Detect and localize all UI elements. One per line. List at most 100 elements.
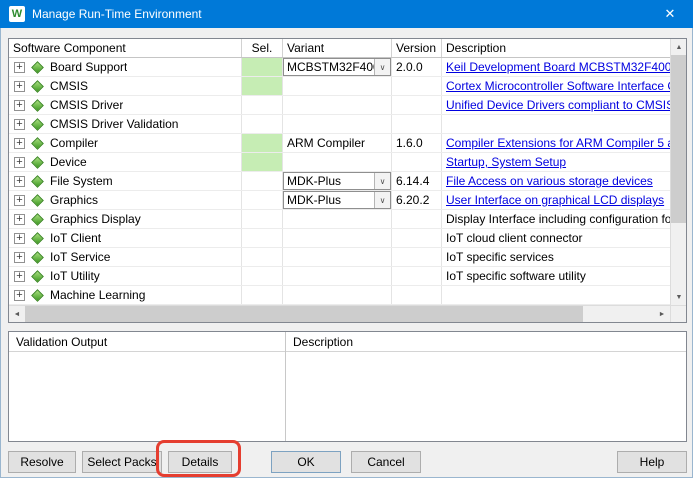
description-cell: Cortex Microcontroller Software Interfac… [442, 77, 670, 95]
variant-dropdown-button[interactable]: ∨ [374, 59, 390, 75]
component-icon [31, 137, 44, 150]
component-cell[interactable]: + IoT Client [9, 229, 242, 247]
expand-icon[interactable]: + [14, 214, 25, 225]
version-cell: 6.14.4 [392, 172, 442, 190]
component-name: Device [50, 155, 87, 169]
component-rows: + Board Support MCBSTM32F400 ∨ 2.0.0 Kei… [9, 58, 670, 305]
select-cell[interactable] [242, 248, 283, 266]
variant-dropdown-button[interactable]: ∨ [374, 173, 390, 189]
select-cell[interactable] [242, 58, 283, 76]
variant-cell [283, 115, 392, 133]
component-cell[interactable]: + Board Support [9, 58, 242, 76]
expand-icon[interactable]: + [14, 138, 25, 149]
version-cell [392, 248, 442, 266]
table-row: + Compiler ARM Compiler 1.6.0 Compiler E… [9, 134, 670, 153]
component-icon [31, 61, 44, 74]
variant-cell[interactable]: MCBSTM32F400 ∨ [283, 58, 392, 76]
component-icon [31, 289, 44, 302]
expand-icon[interactable]: + [14, 290, 25, 301]
select-cell[interactable] [242, 210, 283, 228]
table-row: + Machine Learning [9, 286, 670, 305]
description-cell: Display Interface including configuratio… [442, 210, 670, 228]
version-cell [392, 115, 442, 133]
select-cell[interactable] [242, 267, 283, 285]
select-cell[interactable] [242, 77, 283, 95]
expand-icon[interactable]: + [14, 100, 25, 111]
variant-cell[interactable]: MDK-Plus ∨ [283, 172, 392, 190]
select-cell[interactable] [242, 115, 283, 133]
select-cell[interactable] [242, 286, 283, 304]
description-cell: Keil Development Board MCBSTM32F400 [442, 58, 670, 76]
component-cell[interactable]: + CMSIS Driver [9, 96, 242, 114]
cancel-button[interactable]: Cancel [351, 451, 421, 473]
description-link[interactable]: Keil Development Board MCBSTM32F400 [446, 60, 670, 74]
chevron-down-icon: ∨ [380, 196, 386, 205]
vertical-scrollbar[interactable]: ▲ ▼ [670, 39, 686, 305]
expand-icon[interactable]: + [14, 157, 25, 168]
vertical-scroll-thumb[interactable] [671, 55, 686, 223]
ok-button[interactable]: OK [271, 451, 341, 473]
component-cell[interactable]: + File System [9, 172, 242, 190]
component-icon [31, 232, 44, 245]
version-cell [392, 267, 442, 285]
bottom-panels: Validation Output Description [8, 331, 687, 442]
scroll-down-icon[interactable]: ▼ [671, 289, 687, 305]
version-cell [392, 210, 442, 228]
component-cell[interactable]: + CMSIS Driver Validation [9, 115, 242, 133]
expand-icon[interactable]: + [14, 119, 25, 130]
description-cell: Unified Device Drivers compliant to CMSI… [442, 96, 670, 114]
help-button[interactable]: Help [617, 451, 687, 473]
details-button[interactable]: Details [168, 451, 232, 473]
variant-dropdown-button[interactable]: ∨ [374, 192, 390, 208]
component-icon [31, 251, 44, 264]
variant-cell[interactable]: MDK-Plus ∨ [283, 191, 392, 209]
select-cell[interactable] [242, 153, 283, 171]
resolve-button[interactable]: Resolve [8, 451, 76, 473]
chevron-down-icon: ∨ [380, 177, 386, 186]
component-cell[interactable]: + Device [9, 153, 242, 171]
description-link[interactable]: Cortex Microcontroller Software Interfac… [446, 79, 670, 93]
close-button[interactable]: ✕ [647, 0, 693, 28]
expand-icon[interactable]: + [14, 176, 25, 187]
component-cell[interactable]: + Graphics Display [9, 210, 242, 228]
table-row: + File System MDK-Plus ∨ 6.14.4 File Acc… [9, 172, 670, 191]
description-link[interactable]: Startup, System Setup [446, 155, 566, 169]
component-cell[interactable]: + IoT Utility [9, 267, 242, 285]
component-cell[interactable]: + Machine Learning [9, 286, 242, 304]
horizontal-scroll-thumb[interactable] [25, 306, 583, 322]
select-cell[interactable] [242, 172, 283, 190]
select-packs-button[interactable]: Select Packs [82, 451, 162, 473]
scroll-up-icon[interactable]: ▲ [671, 39, 687, 55]
version-cell: 2.0.0 [392, 58, 442, 76]
component-cell[interactable]: + Graphics [9, 191, 242, 209]
scroll-right-icon[interactable]: ► [654, 306, 670, 322]
select-cell[interactable] [242, 96, 283, 114]
expand-icon[interactable]: + [14, 62, 25, 73]
expand-icon[interactable]: + [14, 233, 25, 244]
component-name: IoT Service [50, 250, 110, 264]
select-cell[interactable] [242, 191, 283, 209]
expand-icon[interactable]: + [14, 271, 25, 282]
table-row: + CMSIS Driver Unified Device Drivers co… [9, 96, 670, 115]
description-link[interactable]: User Interface on graphical LCD displays [446, 193, 664, 207]
scroll-left-icon[interactable]: ◄ [9, 306, 25, 322]
description-link[interactable]: Unified Device Drivers compliant to CMSI… [446, 98, 670, 112]
expand-icon[interactable]: + [14, 81, 25, 92]
component-icon [31, 118, 44, 131]
component-name: Compiler [50, 136, 98, 150]
header-version: Version [392, 39, 442, 57]
expand-icon[interactable]: + [14, 252, 25, 263]
component-cell[interactable]: + CMSIS [9, 77, 242, 95]
component-cell[interactable]: + IoT Service [9, 248, 242, 266]
horizontal-scrollbar[interactable]: ◄ ► [9, 306, 670, 322]
select-cell[interactable] [242, 134, 283, 152]
vertical-scroll-track[interactable] [671, 223, 686, 289]
expand-icon[interactable]: + [14, 195, 25, 206]
description-link[interactable]: Compiler Extensions for ARM Compiler 5 a… [446, 136, 670, 150]
description-text: Display Interface including configuratio… [446, 212, 670, 226]
description-cell: IoT cloud client connector [442, 229, 670, 247]
select-cell[interactable] [242, 229, 283, 247]
description-link[interactable]: File Access on various storage devices [446, 174, 653, 188]
description-cell: IoT specific software utility [442, 267, 670, 285]
component-cell[interactable]: + Compiler [9, 134, 242, 152]
